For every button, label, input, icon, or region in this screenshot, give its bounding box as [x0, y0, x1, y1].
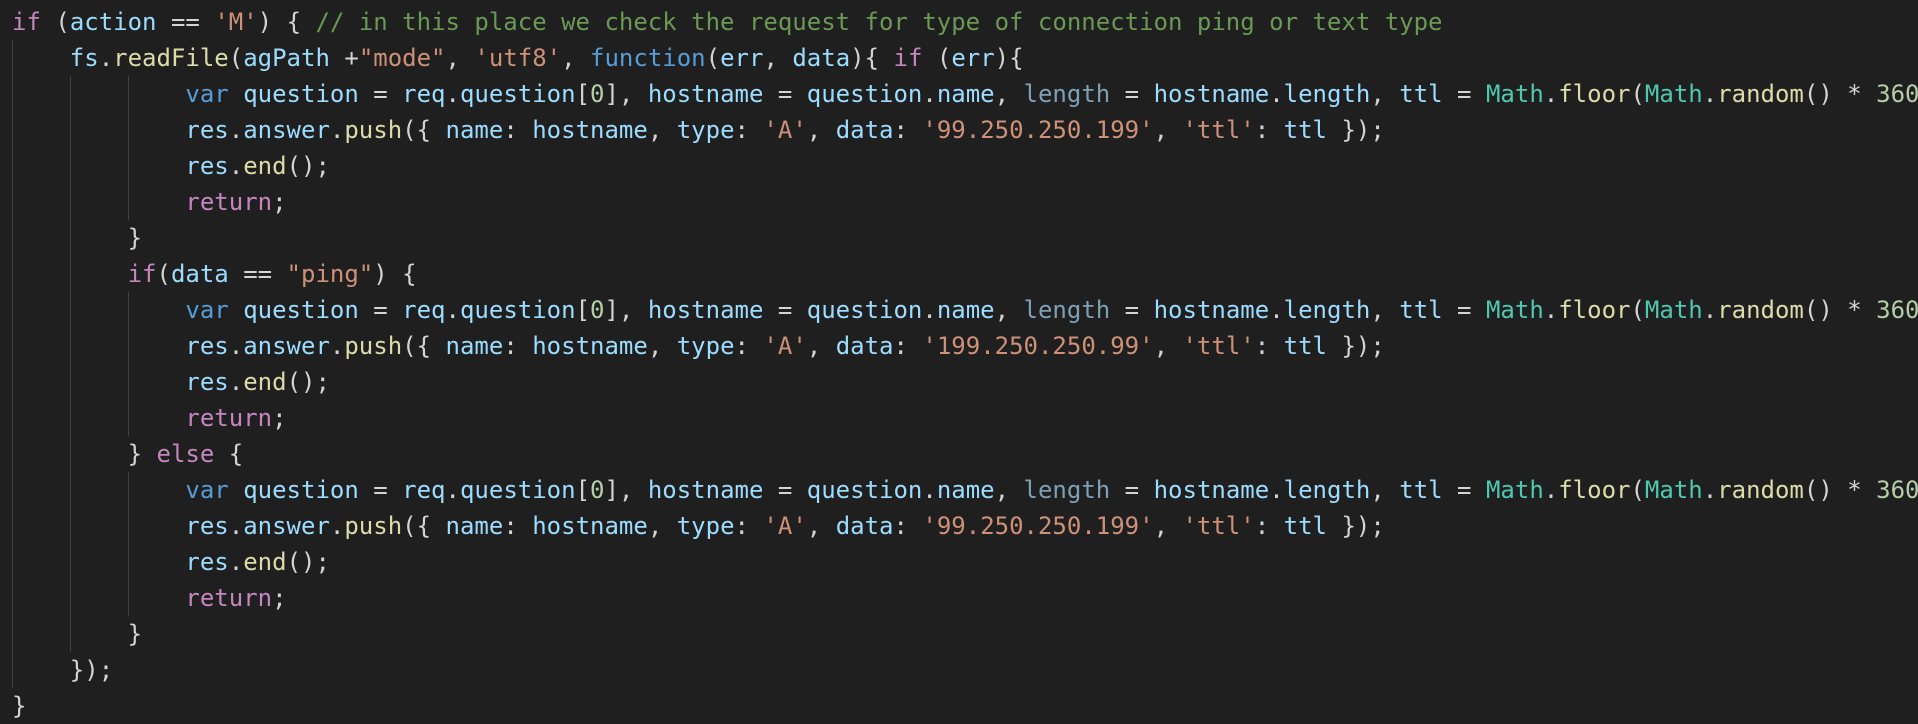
code-line: } [12, 692, 27, 720]
code-line: var question = req.question[0], hostname… [185, 296, 1918, 324]
code-line: res.answer.push({ name: hostname, type: … [185, 512, 1385, 540]
code-line: } else { [12, 440, 244, 468]
code-line: }); [12, 656, 114, 684]
code-line: res.end(); [185, 152, 330, 180]
code-editor[interactable]: if (action == 'M') { // in this place we… [0, 0, 1918, 724]
code-line: } [12, 620, 143, 648]
code-line: res.end(); [185, 548, 330, 576]
code-line: res.end(); [185, 368, 330, 396]
code-line: var question = req.question[0], hostname… [185, 80, 1918, 108]
code-line: return; [185, 584, 287, 612]
code-line: } [12, 224, 143, 252]
code-line: fs.readFile(agPath +"mode", 'utf8', func… [69, 44, 1024, 72]
code-line: return; [185, 404, 287, 432]
code-line: if(data == "ping") { [127, 260, 417, 288]
code-line: var question = req.question[0], hostname… [185, 476, 1918, 504]
code-line: res.answer.push({ name: hostname, type: … [185, 332, 1385, 360]
code-line: if (action == 'M') { // in this place we… [12, 8, 1443, 36]
code-line: res.answer.push({ name: hostname, type: … [185, 116, 1385, 144]
code-line: return; [185, 188, 287, 216]
